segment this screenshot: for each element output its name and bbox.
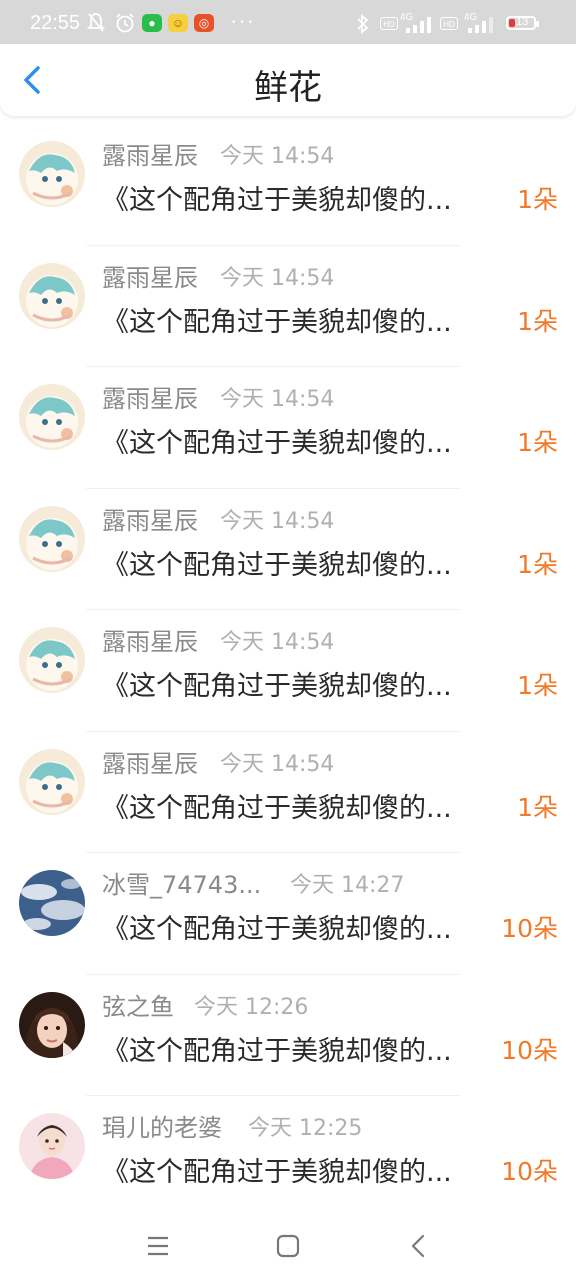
sender-name: 露雨星辰 (102, 263, 198, 292)
flower-count: 10朵 (501, 1157, 558, 1186)
system-navigation-bar (0, 1210, 576, 1280)
sender-name: 露雨星辰 (102, 142, 198, 170)
list-item[interactable]: 琄儿的老婆 今天 12:25 《这个配角过于美貌却傻的... 10朵 (0, 1096, 576, 1218)
list-item[interactable]: 露雨星辰 今天 14:54 《这个配角过于美貌却傻的... 1朵 (0, 610, 576, 732)
sender-name: 露雨星辰 (102, 749, 198, 778)
sender-name: 冰雪_74743... (102, 871, 262, 899)
message-text: 《这个配角过于美貌却傻的... (102, 185, 452, 216)
message-time: 今天 14:54 (220, 508, 335, 534)
message-time: 今天 14:54 (220, 751, 335, 777)
flower-message-list: 露雨星辰 今天 14:54 《这个配角过于美貌却傻的... 1朵 露雨星辰 今天 14:5… (0, 124, 576, 1218)
message-time: 今天 14:27 (290, 873, 405, 898)
avatar[interactable] (19, 748, 85, 815)
sender-name: 露雨星辰 (102, 628, 198, 656)
message-text: 《这个配角过于美貌却傻的... (102, 671, 452, 702)
status-time: 22:55 (30, 12, 81, 34)
avatar[interactable] (19, 991, 85, 1058)
app-icon: ☺ (168, 14, 188, 32)
hd-icon: HD (380, 17, 398, 30)
sender-name: 弦之鱼 (102, 992, 174, 1021)
message-time: 今天 14:54 (220, 265, 335, 291)
message-text: 《这个配角过于美貌却傻的... (102, 428, 452, 459)
avatar[interactable] (19, 870, 85, 936)
back-icon[interactable] (402, 1230, 434, 1262)
avatar[interactable] (19, 1113, 85, 1179)
list-item[interactable]: 露雨星辰 今天 14:54 《这个配角过于美貌却傻的... 1朵 (0, 367, 576, 489)
avatar[interactable] (19, 505, 85, 572)
message-text: 《这个配角过于美貌却傻的... (102, 1157, 452, 1188)
alarm-icon (116, 13, 134, 33)
avatar[interactable] (19, 627, 85, 693)
sender-name: 琄儿的老婆 (102, 1114, 222, 1142)
flower-count: 10朵 (501, 914, 558, 943)
list-item[interactable]: 露雨星辰 今天 14:54 《这个配角过于美貌却傻的... 1朵 (0, 246, 576, 367)
message-time: 今天 14:54 (220, 630, 335, 655)
list-item[interactable]: 冰雪_74743... 今天 14:27 《这个配角过于美貌却傻的... 10朵 (0, 853, 576, 975)
page-title: 鲜花 (254, 68, 322, 108)
signal-icon (406, 17, 431, 33)
sender-name: 露雨星辰 (102, 506, 198, 535)
sender-name: 露雨星辰 (102, 385, 198, 413)
message-text: 《这个配角过于美貌却傻的... (102, 792, 452, 824)
flower-count: 1朵 (517, 306, 558, 336)
avatar[interactable] (19, 384, 85, 450)
bluetooth-icon (357, 14, 369, 34)
avatar[interactable] (19, 141, 85, 207)
home-icon[interactable] (272, 1230, 304, 1262)
signal-icon (468, 17, 493, 33)
flower-count: 1朵 (517, 549, 558, 579)
wechat-icon: ● (142, 14, 162, 32)
flower-count: 10朵 (501, 1035, 558, 1065)
message-text: 《这个配角过于美貌却傻的... (102, 1035, 452, 1067)
flower-count: 1朵 (517, 428, 558, 457)
flower-count: 1朵 (517, 792, 558, 822)
mute-bell-icon (86, 13, 106, 32)
flower-count: 1朵 (517, 671, 558, 700)
list-item[interactable]: 露雨星辰 今天 14:54 《这个配角过于美貌却傻的... 1朵 (0, 732, 576, 853)
list-item[interactable]: 露雨星辰 今天 14:54 《这个配角过于美貌却傻的... 1朵 (0, 124, 576, 246)
avatar[interactable] (19, 262, 85, 329)
more-icon: ··· (230, 8, 255, 33)
battery-icon: 13 (506, 16, 539, 30)
flower-count: 1朵 (517, 185, 558, 214)
message-text: 《这个配角过于美貌却傻的... (102, 914, 452, 945)
list-item[interactable]: 弦之鱼 今天 12:26 《这个配角过于美貌却傻的... 10朵 (0, 975, 576, 1096)
app-icon: ◎ (194, 14, 214, 32)
message-time: 今天 12:25 (248, 1116, 363, 1141)
message-text: 《这个配角过于美貌却傻的... (102, 306, 452, 338)
message-time: 今天 12:26 (194, 994, 309, 1020)
message-time: 今天 14:54 (220, 144, 335, 169)
message-text: 《这个配角过于美貌却傻的... (102, 549, 452, 581)
header-bar: 鲜花 (0, 44, 576, 116)
list-item[interactable]: 露雨星辰 今天 14:54 《这个配角过于美貌却傻的... 1朵 (0, 489, 576, 610)
battery-level: 13 (516, 16, 529, 28)
status-bar: 22:55 ● ☺ ◎ ··· HD 4G HD 4G 13 (0, 0, 576, 44)
hd-icon: HD (440, 17, 458, 30)
message-time: 今天 14:54 (220, 387, 335, 412)
menu-icon[interactable] (142, 1230, 174, 1262)
